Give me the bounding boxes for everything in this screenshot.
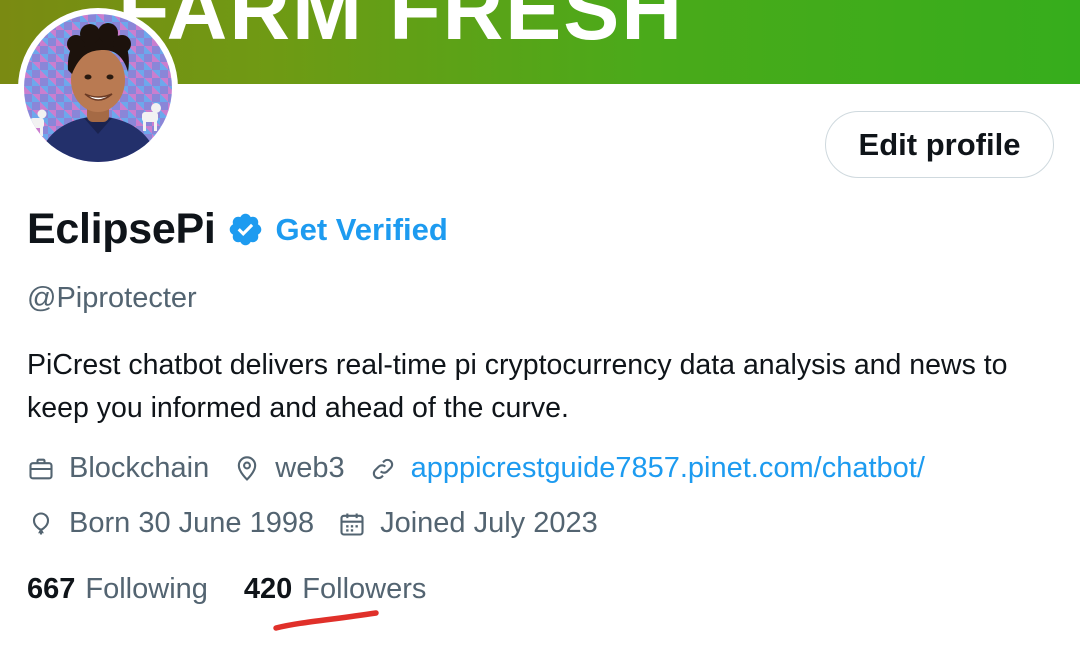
following-count: 667 bbox=[27, 573, 76, 605]
edit-profile-button[interactable]: Edit profile bbox=[825, 111, 1054, 178]
link-icon bbox=[372, 458, 393, 479]
meta-birthday-text: Born 30 June 1998 bbox=[69, 507, 315, 539]
get-verified-link[interactable]: Get Verified bbox=[276, 212, 448, 248]
profile-bio: PiCrest chatbot delivers real-time pi cr… bbox=[27, 349, 1008, 424]
website-link[interactable]: apppicrestguide7857.pinet.com/chatbot/ bbox=[411, 452, 925, 485]
profile-meta-row-2: Born 30 June 1998 Joined July 2023 bbox=[27, 507, 622, 540]
banner-text: FARM FRESH bbox=[118, 0, 684, 57]
red-underline-annotation bbox=[273, 610, 379, 631]
avatar-image bbox=[24, 14, 172, 162]
meta-birthday: Born 30 June 1998 bbox=[27, 507, 314, 540]
meta-location-text: web3 bbox=[275, 452, 345, 484]
meta-profession: Blockchain bbox=[27, 452, 209, 485]
calendar-icon bbox=[340, 513, 364, 536]
followers-count: 420 bbox=[243, 573, 293, 605]
following-label: Following bbox=[85, 573, 208, 605]
profile-handle: @Piprotecter bbox=[27, 282, 197, 314]
display-name: EclipsePi bbox=[27, 205, 216, 253]
balloon-icon bbox=[32, 511, 50, 534]
followers-stat[interactable]: 420 Followers bbox=[244, 573, 426, 606]
profile-meta-row: Blockchain web3 apppicrestguide7857.pine… bbox=[27, 452, 949, 485]
name-row: EclipsePi Get Verified bbox=[27, 205, 448, 254]
location-pin-icon bbox=[238, 455, 257, 481]
following-stat[interactable]: 667 Following bbox=[27, 573, 208, 606]
briefcase-icon bbox=[29, 458, 53, 479]
avatar[interactable] bbox=[18, 8, 178, 168]
meta-location: web3 bbox=[233, 452, 345, 485]
verified-badge-icon[interactable] bbox=[227, 211, 264, 248]
followers-label: Followers bbox=[302, 573, 427, 605]
meta-joined: Joined July 2023 bbox=[338, 507, 598, 540]
meta-joined-text: Joined July 2023 bbox=[380, 507, 598, 539]
meta-website[interactable]: apppicrestguide7857.pinet.com/chatbot/ bbox=[369, 452, 925, 485]
meta-profession-text: Blockchain bbox=[69, 452, 210, 484]
follow-stats: 667 Following 420 Followers bbox=[27, 573, 462, 606]
